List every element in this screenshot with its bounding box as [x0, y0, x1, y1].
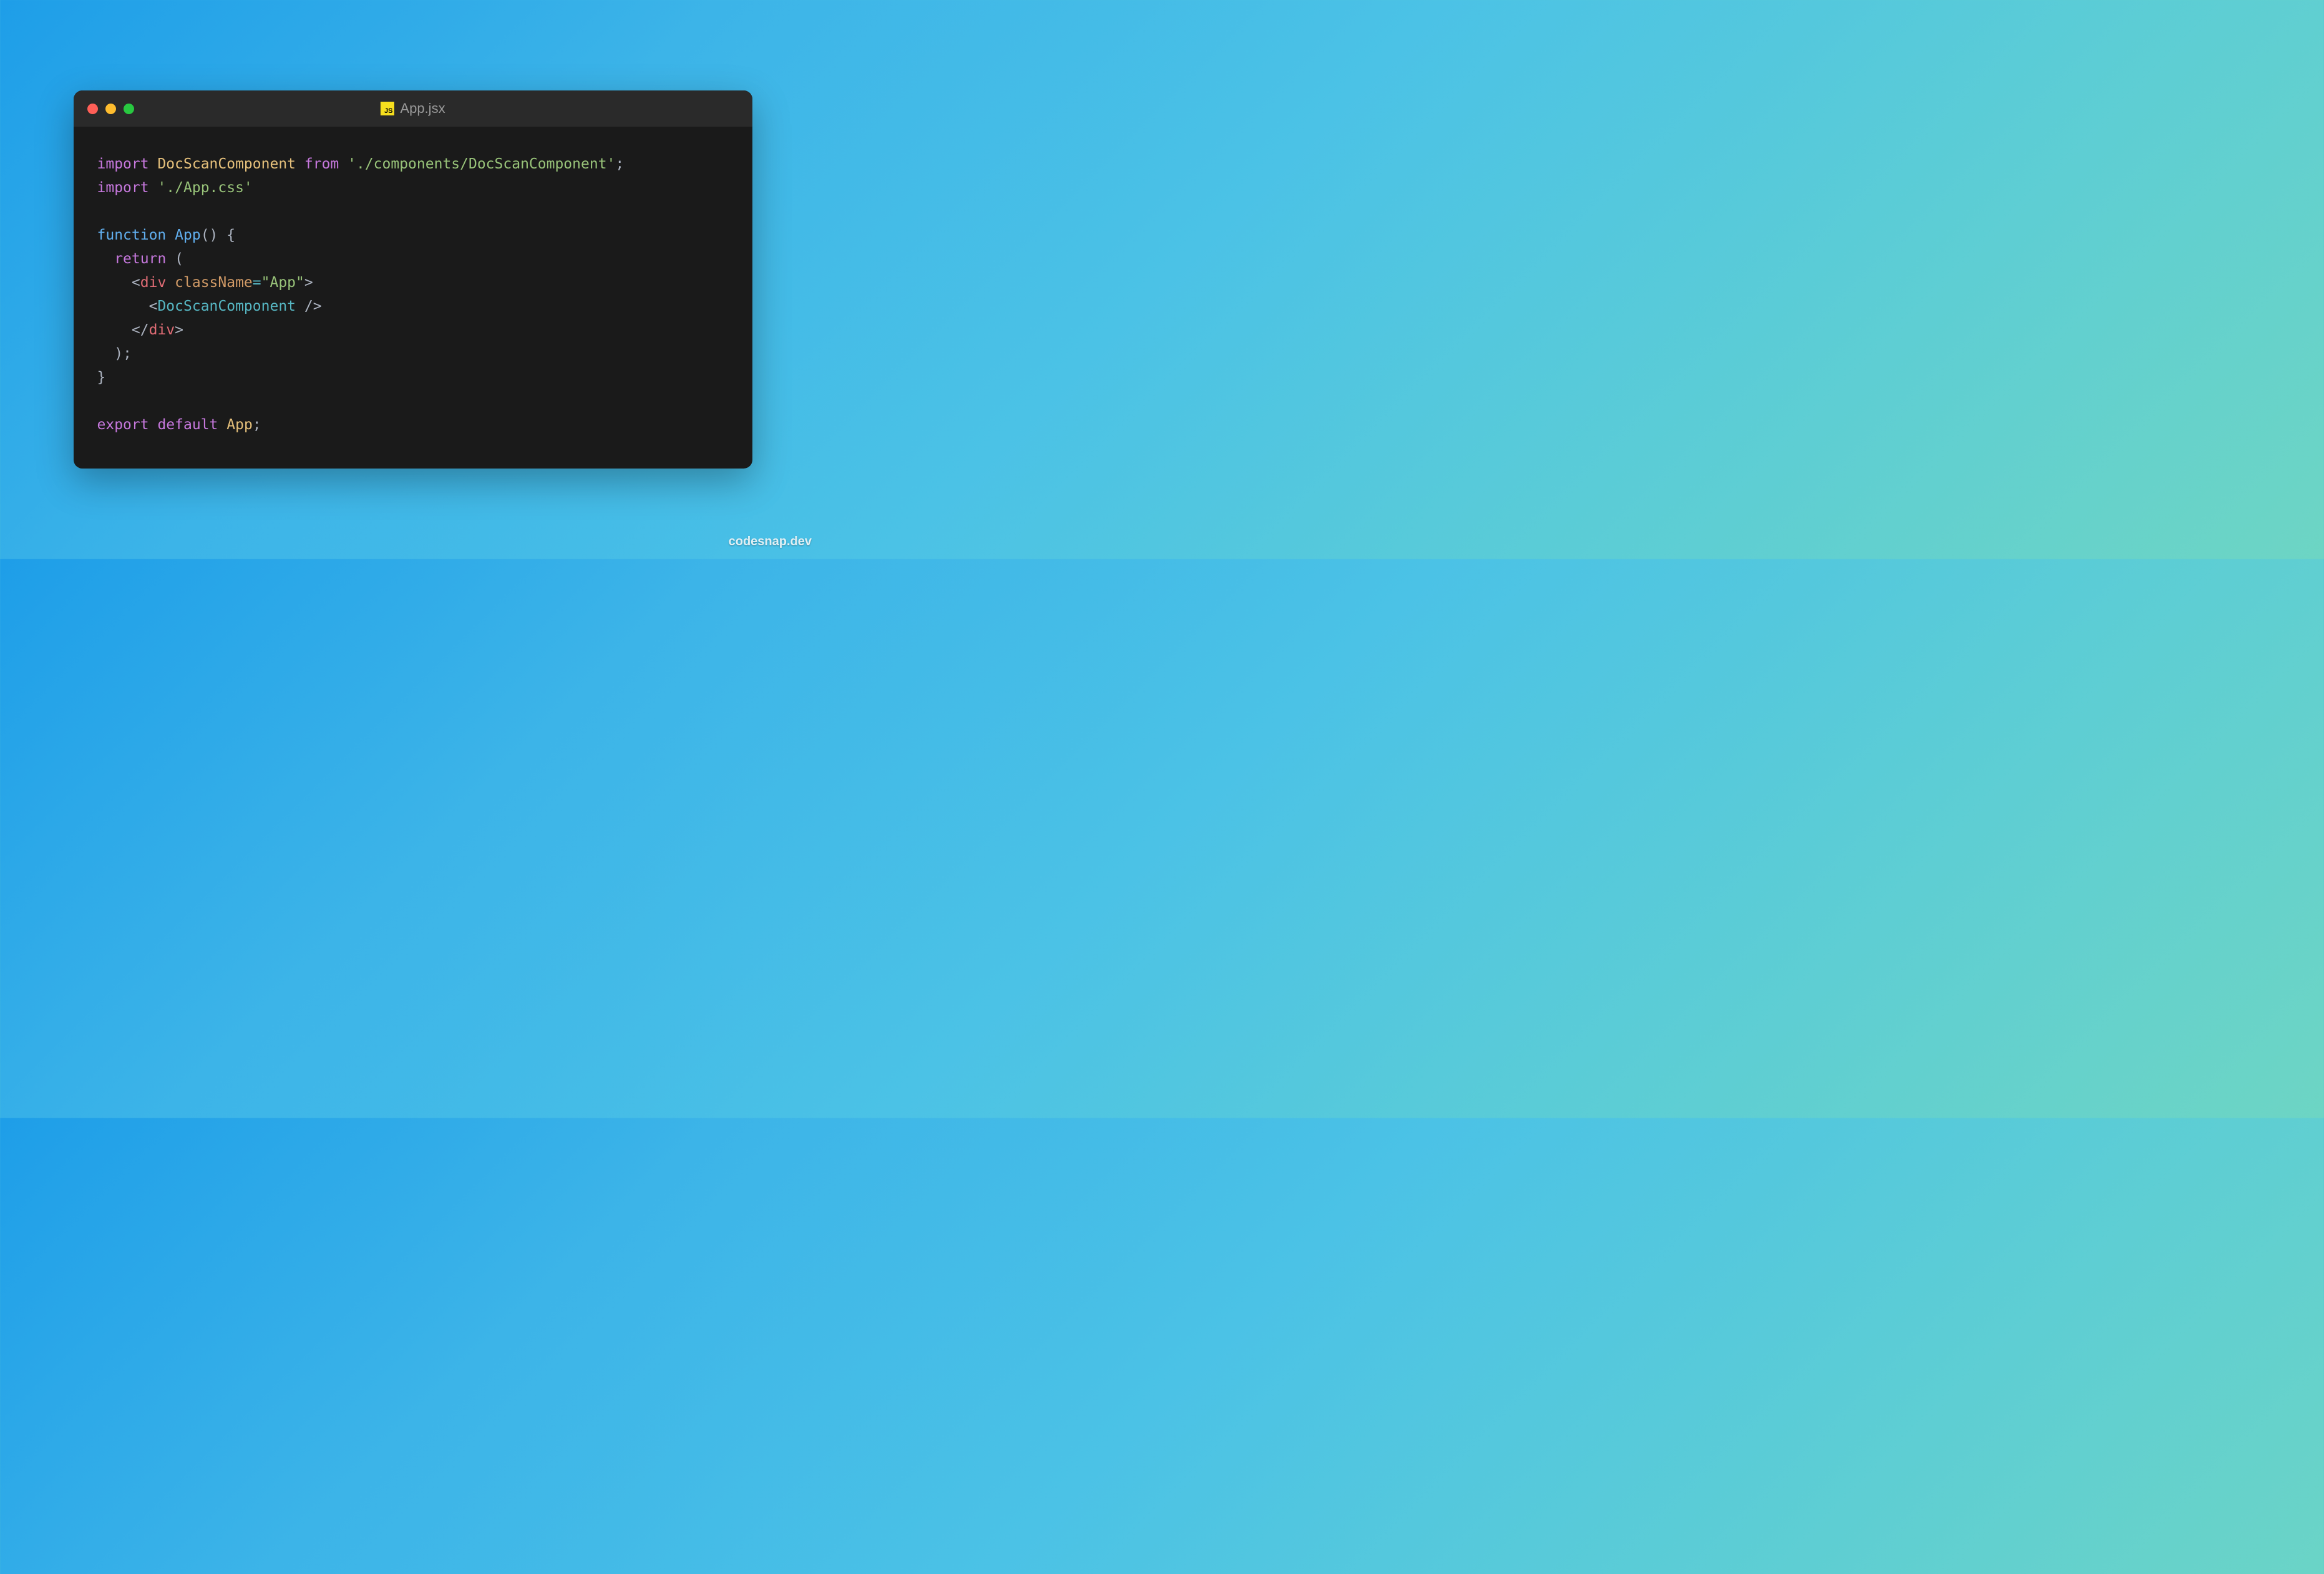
window-titlebar: JS App.jsx: [74, 90, 752, 127]
code-token: ): [114, 346, 123, 362]
code-line: <div className="App">: [97, 271, 729, 295]
code-token: ;: [615, 156, 624, 172]
code-line: }: [97, 366, 729, 390]
code-token: App: [226, 417, 253, 433]
code-token: </: [132, 322, 149, 338]
code-token: (): [201, 227, 218, 243]
maximize-button[interactable]: [124, 104, 134, 114]
code-line: return (: [97, 248, 729, 271]
code-token: >: [175, 322, 183, 338]
title-center: JS App.jsx: [380, 100, 445, 117]
code-token: className: [175, 274, 253, 291]
code-line: export default App;: [97, 414, 729, 437]
code-token: [166, 227, 175, 243]
code-token: {: [226, 227, 235, 243]
code-token: "App": [261, 274, 304, 291]
code-token: ;: [253, 417, 261, 433]
code-token: div: [140, 274, 167, 291]
code-token: [97, 298, 149, 314]
code-token: [166, 251, 175, 267]
code-token: [149, 180, 158, 196]
code-token: DocScanComponent: [157, 156, 296, 172]
code-token: >: [304, 274, 313, 291]
editor-window: JS App.jsx import DocScanComponent from …: [74, 90, 752, 468]
code-token: <: [132, 274, 140, 291]
code-line: function App() {: [97, 224, 729, 248]
minimize-button[interactable]: [105, 104, 116, 114]
code-token: [149, 156, 158, 172]
code-line: <DocScanComponent />: [97, 295, 729, 319]
code-line: [97, 390, 729, 414]
code-token: return: [114, 251, 166, 267]
code-token: import: [97, 156, 149, 172]
code-token: div: [149, 322, 175, 338]
code-token: App: [175, 227, 201, 243]
code-token: <: [149, 298, 158, 314]
filename-label: App.jsx: [400, 100, 445, 117]
javascript-icon: JS: [380, 102, 394, 115]
code-token: [218, 227, 226, 243]
code-token: />: [304, 298, 322, 314]
code-token: [149, 417, 158, 433]
code-token: './App.css': [157, 180, 252, 196]
code-token: [296, 298, 304, 314]
code-token: [97, 251, 115, 267]
code-token: =: [253, 274, 261, 291]
code-token: from: [304, 156, 339, 172]
code-token: export: [97, 417, 149, 433]
code-line: import './App.css': [97, 177, 729, 200]
code-token: [218, 417, 226, 433]
code-token: import: [97, 180, 149, 196]
code-token: default: [157, 417, 218, 433]
code-line: [97, 200, 729, 224]
code-line: );: [97, 342, 729, 366]
code-token: function: [97, 227, 167, 243]
code-token: [296, 156, 304, 172]
code-token: DocScanComponent: [157, 298, 296, 314]
traffic-lights: [87, 104, 134, 114]
code-token: ;: [123, 346, 132, 362]
code-token: './components/DocScanComponent': [348, 156, 615, 172]
code-token: [97, 322, 132, 338]
code-line: </div>: [97, 319, 729, 342]
code-token: }: [97, 369, 106, 386]
code-line: import DocScanComponent from './componen…: [97, 153, 729, 177]
code-token: [166, 274, 175, 291]
close-button[interactable]: [87, 104, 98, 114]
code-token: (: [175, 251, 183, 267]
watermark: codesnap.dev: [729, 535, 812, 549]
code-token: [97, 346, 115, 362]
code-editor[interactable]: import DocScanComponent from './componen…: [74, 127, 752, 468]
code-token: [339, 156, 348, 172]
code-token: [97, 274, 132, 291]
